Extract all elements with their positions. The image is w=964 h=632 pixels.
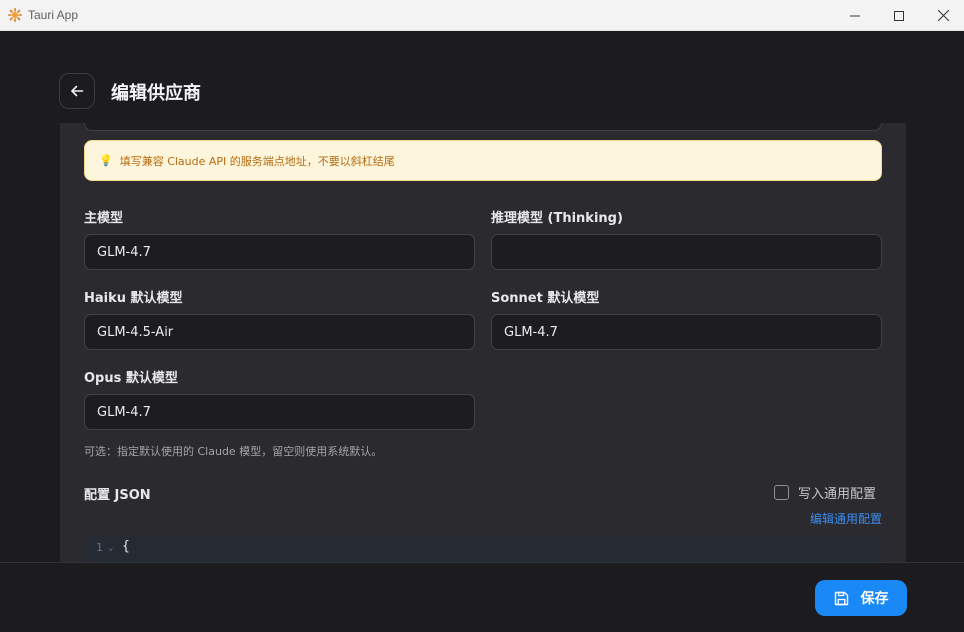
back-button[interactable] — [59, 73, 95, 109]
save-label: 保存 — [860, 591, 889, 607]
sonnet-model-input[interactable] — [491, 314, 882, 350]
minimize-button[interactable] — [832, 0, 878, 31]
close-icon — [937, 10, 949, 21]
code-line: { — [122, 539, 130, 554]
json-code-editor[interactable]: 1 ⌄ { — [84, 536, 882, 562]
minimize-icon — [850, 15, 860, 16]
endpoint-url-input[interactable] — [84, 123, 882, 131]
config-json-label: 配置 JSON — [84, 488, 151, 503]
edit-common-config-link[interactable]: 编辑通用配置 — [810, 510, 882, 527]
fold-chevron-icon[interactable]: ⌄ — [108, 543, 113, 553]
close-button[interactable] — [920, 0, 964, 31]
form-panel[interactable]: 💡 填写兼容 Claude API 的服务端点地址，不要以斜杠结尾 主模型 推理… — [60, 123, 906, 562]
footer-bar: 保存 — [0, 562, 964, 632]
title-bar: Tauri App — [0, 0, 964, 31]
sonnet-model-label: Sonnet 默认模型 — [491, 291, 600, 306]
model-helper-text: 可选：指定默认使用的 Claude 模型，留空则使用系统默认。 — [84, 445, 383, 458]
maximize-icon — [894, 10, 904, 21]
maximize-button[interactable] — [876, 0, 922, 31]
haiku-model-input[interactable] — [84, 314, 475, 350]
page-title: 编辑供应商 — [111, 83, 201, 104]
write-common-config-label: 写入通用配置 — [798, 487, 877, 502]
haiku-model-label: Haiku 默认模型 — [84, 291, 183, 306]
write-common-config-checkbox[interactable] — [774, 485, 789, 500]
thinking-model-label: 推理模型 (Thinking) — [491, 211, 623, 226]
line-number: 1 — [96, 541, 103, 554]
main-model-label: 主模型 — [84, 211, 124, 226]
write-common-config-toggle[interactable]: 写入通用配置 — [774, 483, 876, 502]
lightbulb-icon: 💡 — [99, 154, 113, 167]
hint-text: 填写兼容 Claude API 的服务端点地址，不要以斜杠结尾 — [119, 154, 395, 168]
opus-model-label: Opus 默认模型 — [84, 371, 178, 386]
window-title: Tauri App — [28, 8, 79, 22]
endpoint-hint: 💡 填写兼容 Claude API 的服务端点地址，不要以斜杠结尾 — [84, 140, 882, 181]
main-model-input[interactable] — [84, 234, 475, 270]
opus-model-input[interactable] — [84, 394, 475, 430]
save-icon — [834, 591, 849, 606]
thinking-model-input[interactable] — [491, 234, 882, 270]
save-button[interactable]: 保存 — [815, 580, 907, 616]
tauri-sun-icon — [8, 8, 22, 22]
arrow-left-icon — [71, 85, 84, 97]
